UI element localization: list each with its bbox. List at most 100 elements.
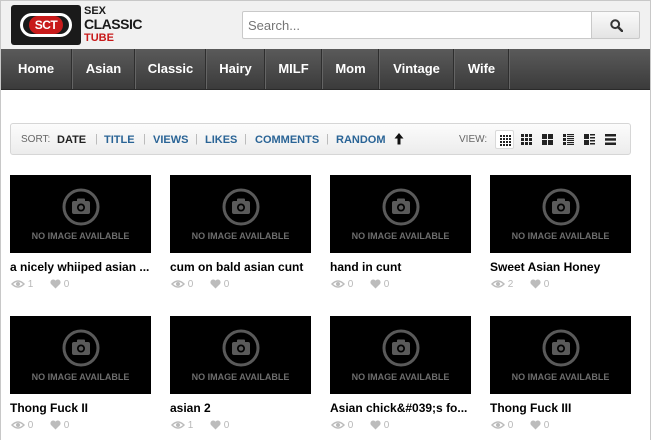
video-title[interactable]: Thong Fuck III: [490, 401, 632, 415]
video-title[interactable]: a nicely whiiped asian ...: [10, 260, 152, 274]
camera-icon: [62, 188, 100, 226]
sort-separator: |: [195, 133, 198, 145]
view-list-detail-icon[interactable]: [559, 130, 578, 149]
nav-item-classic[interactable]: Classic: [136, 49, 206, 89]
main-content: SORT: DATE | TITLE | VIEWS | LIKES | COM…: [1, 90, 650, 440]
heart-icon: [50, 420, 61, 430]
search-input[interactable]: [242, 11, 592, 39]
view-grid-small-icon[interactable]: [495, 130, 514, 149]
nav-item-wife[interactable]: Wife: [455, 49, 509, 89]
no-image-caption: NO IMAGE AVAILABLE: [31, 372, 130, 382]
search-form: [242, 11, 640, 39]
site-logo[interactable]: SCT SEX CLASSIC TUBE: [11, 5, 142, 45]
category-nav: Home Asian Classic Hairy MILF Mom Vintag…: [1, 49, 650, 90]
sort-separator: |: [95, 133, 98, 145]
video-views: 0: [330, 279, 354, 290]
logo-cassette-icon: SCT: [11, 5, 81, 45]
video-thumbnail[interactable]: NO IMAGE AVAILABLE: [10, 316, 151, 394]
eye-icon: [490, 421, 506, 429]
video-thumbnail[interactable]: NO IMAGE AVAILABLE: [10, 175, 151, 253]
heart-icon: [50, 279, 61, 289]
likes-count: 0: [63, 420, 70, 431]
view-grid-medium-icon[interactable]: [517, 130, 536, 149]
likes-count: 0: [543, 279, 550, 290]
nav-item-mom[interactable]: Mom: [323, 49, 379, 89]
view-list-compact-icon[interactable]: [601, 130, 620, 149]
video-likes: 0: [210, 279, 229, 290]
video-views: 0: [10, 420, 33, 431]
nav-item-milf[interactable]: MILF: [266, 49, 322, 89]
logo-line-2: CLASSIC: [84, 16, 142, 32]
video-card[interactable]: NO IMAGE AVAILABLE Sweet Asian Honey 2 0: [490, 175, 632, 305]
sort-option-date[interactable]: DATE: [57, 134, 86, 146]
video-views: 1: [170, 420, 194, 431]
video-thumbnail[interactable]: NO IMAGE AVAILABLE: [330, 316, 471, 394]
camera-icon: [62, 329, 100, 367]
eye-icon: [10, 421, 26, 429]
heart-icon: [210, 420, 221, 430]
video-card[interactable]: NO IMAGE AVAILABLE Thong Fuck III 0 0: [490, 316, 632, 440]
sort-separator: |: [244, 133, 247, 145]
nav-item-vintage[interactable]: Vintage: [380, 49, 454, 89]
video-likes: 0: [530, 420, 549, 431]
video-card[interactable]: NO IMAGE AVAILABLE hand in cunt 0 0: [330, 175, 472, 305]
likes-count: 0: [543, 420, 550, 431]
nav-item-asian[interactable]: Asian: [73, 49, 135, 89]
video-title[interactable]: hand in cunt: [330, 260, 472, 274]
video-thumbnail[interactable]: NO IMAGE AVAILABLE: [330, 175, 471, 253]
eye-icon: [330, 280, 346, 288]
video-title[interactable]: cum on bald asian cunt: [170, 260, 312, 274]
views-count: 0: [347, 279, 354, 290]
views-count: 0: [507, 420, 514, 431]
likes-count: 0: [63, 279, 70, 290]
no-image-caption: NO IMAGE AVAILABLE: [351, 372, 450, 382]
view-grid-large-icon[interactable]: [538, 130, 557, 149]
sort-direction-arrow-icon[interactable]: [394, 132, 404, 146]
camera-icon: [542, 188, 580, 226]
video-card[interactable]: NO IMAGE AVAILABLE asian 2 1 0: [170, 316, 312, 440]
sort-option-likes[interactable]: LIKES: [205, 134, 237, 146]
views-count: 0: [187, 279, 194, 290]
no-image-caption: NO IMAGE AVAILABLE: [511, 231, 610, 241]
heart-icon: [370, 279, 381, 289]
views-count: 0: [347, 420, 354, 431]
video-thumbnail[interactable]: NO IMAGE AVAILABLE: [170, 175, 311, 253]
video-card[interactable]: NO IMAGE AVAILABLE Thong Fuck II 0 0: [10, 316, 152, 440]
video-card[interactable]: NO IMAGE AVAILABLE cum on bald asian cunt…: [170, 175, 312, 305]
video-likes: 0: [50, 279, 69, 290]
sort-option-random[interactable]: RANDOM: [336, 134, 386, 146]
no-image-caption: NO IMAGE AVAILABLE: [191, 231, 290, 241]
video-thumbnail[interactable]: NO IMAGE AVAILABLE: [490, 175, 631, 253]
site-header: SCT SEX CLASSIC TUBE: [1, 1, 650, 49]
likes-count: 0: [383, 420, 390, 431]
nav-item-home[interactable]: Home: [1, 49, 72, 89]
sort-option-views[interactable]: VIEWS: [153, 134, 188, 146]
video-thumbnail[interactable]: NO IMAGE AVAILABLE: [490, 316, 631, 394]
logo-badge: SCT: [29, 16, 63, 34]
video-views: 2: [490, 279, 513, 290]
heart-icon: [370, 420, 381, 430]
likes-count: 0: [223, 279, 230, 290]
sort-separator: |: [143, 133, 146, 145]
video-likes: 0: [370, 279, 389, 290]
eye-icon: [490, 280, 506, 288]
sort-option-title[interactable]: TITLE: [104, 134, 135, 146]
video-title[interactable]: Sweet Asian Honey: [490, 260, 632, 274]
nav-item-hairy[interactable]: Hairy: [207, 49, 265, 89]
video-title[interactable]: Asian chick&#039;s fo...: [330, 401, 472, 415]
video-card[interactable]: NO IMAGE AVAILABLE a nicely whiiped asian…: [10, 175, 152, 305]
view-list-thumb-icon[interactable]: [580, 130, 599, 149]
video-card[interactable]: NO IMAGE AVAILABLE Asian chick&#039;s fo.…: [330, 316, 472, 440]
no-image-caption: NO IMAGE AVAILABLE: [511, 372, 610, 382]
video-title[interactable]: Thong Fuck II: [10, 401, 152, 415]
view-label: VIEW:: [459, 134, 488, 145]
video-likes: 0: [50, 420, 69, 431]
video-title[interactable]: asian 2: [170, 401, 312, 415]
search-button[interactable]: [591, 11, 640, 39]
likes-count: 0: [223, 420, 230, 431]
views-count: 1: [187, 420, 194, 431]
video-thumbnail[interactable]: NO IMAGE AVAILABLE: [170, 316, 311, 394]
sort-option-comments[interactable]: COMMENTS: [255, 134, 319, 146]
likes-count: 0: [383, 279, 390, 290]
video-views: 1: [10, 279, 33, 290]
